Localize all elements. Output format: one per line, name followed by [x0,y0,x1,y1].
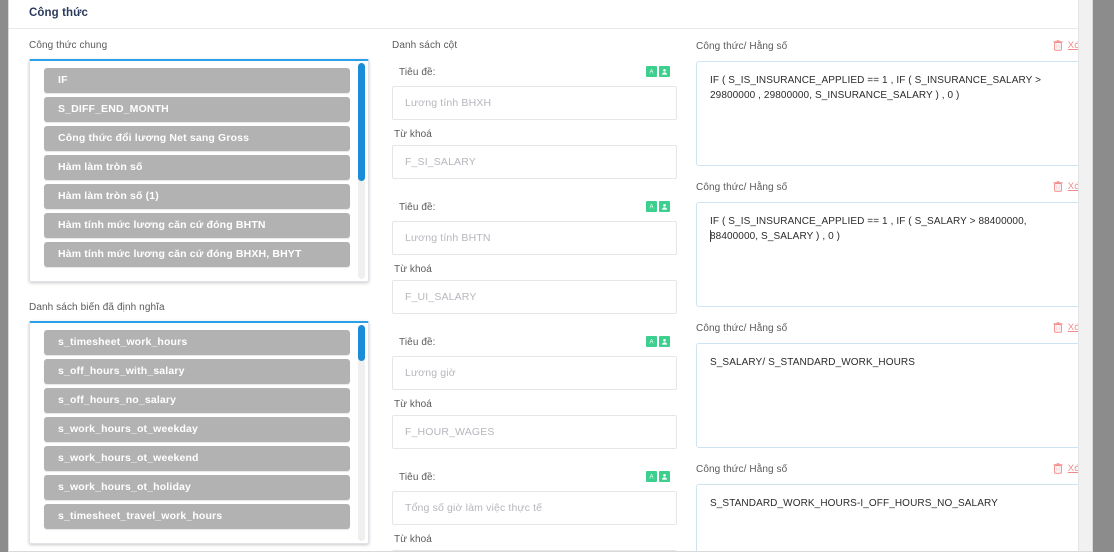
defined-variables-label: Danh sách biến đã định nghĩa [29,302,165,313]
column-badges: A [646,201,670,212]
column-group: Tiêu đề: A Từ khoá [392,66,682,179]
person-card-icon[interactable] [659,336,670,347]
screenshot-viewport: Công thức Công thức chung IF S_DIFF_END_… [0,0,1114,552]
formula-header: Công thức/ Hằng số Xóa [696,181,1092,197]
formulas-panel: Công thức/ Hằng số Xóa IF ( S_IS_INSURAN… [696,40,1092,551]
list-item[interactable]: IF [44,68,350,93]
column-title-label: Tiêu đề: [399,337,436,348]
person-card-icon[interactable] [659,471,670,482]
formula-group: Công thức/ Hằng số Xóa S_SALARY/ S_STAND… [696,322,1092,448]
column-badges: A [646,336,670,347]
column-badges: A [646,471,670,482]
formula-textarea[interactable]: S_SALARY/ S_STANDARD_WORK_HOURS [696,343,1092,448]
trash-icon [1053,322,1063,333]
formula-value: IF ( S_IS_INSURANCE_APPLIED == 1 , IF ( … [710,75,1044,101]
list-item[interactable]: s_work_hours_ot_holiday [44,475,350,500]
letter-a-icon[interactable]: A [646,201,657,212]
formula-label: Công thức/ Hằng số [696,41,788,52]
column-group: Tiêu đề: A Từ khoá [392,471,682,551]
formula-textarea[interactable]: IF ( S_IS_INSURANCE_APPLIED == 1 , IF ( … [696,202,1092,307]
column-badges: A [646,66,670,77]
column-title-label: Tiêu đề: [399,472,436,483]
column-keyword-label: Từ khoá [394,129,432,140]
list-item[interactable]: s_work_hours_ot_weekday [44,417,350,442]
column-title-row: Tiêu đề: A [392,471,682,486]
formula-label: Công thức/ Hằng số [696,464,788,475]
page-header: Công thức [9,0,1092,29]
left-column: Công thức chung IF S_DIFF_END_MONTH Công… [29,40,369,544]
list-item[interactable]: s_off_hours_no_salary [44,388,350,413]
column-title-row: Tiêu đề: A [392,336,682,351]
list-item[interactable]: Công thức đổi lương Net sang Gross [44,126,350,151]
defined-variables-list-inner: s_timesheet_work_hours s_off_hours_with_… [30,323,368,543]
column-keyword-input[interactable] [392,280,677,314]
columns-list-title: Danh sách cột [392,40,458,51]
column-title-input[interactable] [392,356,677,390]
person-card-icon[interactable] [659,201,670,212]
letter-a-icon[interactable]: A [646,471,657,482]
general-formulas-list[interactable]: IF S_DIFF_END_MONTH Công thức đổi lương … [29,59,369,282]
formula-group: Công thức/ Hằng số Xóa IF ( S_IS_INSURAN… [696,40,1092,166]
trash-icon [1053,181,1063,192]
trash-icon [1053,463,1063,474]
page-scrollbar[interactable] [1078,0,1092,551]
list-item[interactable]: Hàm tính mức lương căn cứ đóng BHTN [44,213,350,238]
formula-group: Công thức/ Hằng số Xóa S_STANDARD_WORK_H… [696,463,1092,551]
formula-header: Công thức/ Hằng số Xóa [696,40,1092,56]
list-item[interactable]: S_DIFF_END_MONTH [44,97,350,122]
column-group: Tiêu đề: A Từ khoá [392,201,682,314]
page-title: Công thức [29,7,89,19]
general-formulas-block: Công thức chung IF S_DIFF_END_MONTH Công… [29,40,369,282]
column-keyword-input[interactable] [392,415,677,449]
general-formulas-label: Công thức chung [29,40,108,51]
columns-list-panel: Danh sách cột Tiêu đề: A Từ khoá [392,40,682,551]
column-title-row: Tiêu đề: A [392,201,682,216]
list-item[interactable]: Hàm làm tròn số (1) [44,184,350,209]
column-title-label: Tiêu đề: [399,67,436,78]
text-caret [710,230,711,242]
column-title-row: Tiêu đề: A [392,66,682,81]
list-item[interactable]: Hàm làm tròn số [44,155,350,180]
list-item[interactable]: s_work_hours_ot_weekend [44,446,350,471]
column-title-input[interactable] [392,491,677,525]
column-group: Tiêu đề: A Từ khoá [392,336,682,449]
formula-label: Công thức/ Hằng số [696,182,788,193]
defined-variables-list[interactable]: s_timesheet_work_hours s_off_hours_with_… [29,321,369,544]
general-formulas-list-inner: IF S_DIFF_END_MONTH Công thức đổi lương … [30,61,368,281]
general-formulas-scrollbar[interactable] [358,63,365,279]
column-keyword-label: Từ khoá [394,534,432,545]
letter-a-icon[interactable]: A [646,336,657,347]
list-item[interactable]: Hàm tính mức lương căn cứ đóng BHXH, BHY… [44,242,350,267]
column-keyword-label: Từ khoá [394,399,432,410]
formula-textarea[interactable]: S_STANDARD_WORK_HOURS-I_OFF_HOURS_NO_SAL… [696,484,1092,551]
list-item[interactable]: s_timesheet_travel_work_hours [44,504,350,529]
svg-text:A: A [649,70,653,75]
formula-group: Công thức/ Hằng số Xóa IF ( S_IS_INSURAN… [696,181,1092,307]
defined-variables-scrollbar[interactable] [358,325,365,541]
letter-a-icon[interactable]: A [646,66,657,77]
formula-value: S_SALARY/ S_STANDARD_WORK_HOURS [710,357,916,368]
column-keyword-input[interactable] [392,145,677,179]
svg-text:A: A [649,475,653,480]
scrollbar-thumb[interactable] [358,325,365,361]
trash-icon [1053,40,1063,51]
formula-header: Công thức/ Hằng số Xóa [696,322,1092,338]
list-item[interactable]: s_off_hours_with_salary [44,359,350,384]
scrollbar-thumb[interactable] [358,63,365,181]
formula-value: IF ( S_IS_INSURANCE_APPLIED == 1 , IF ( … [710,216,1030,242]
column-title-input[interactable] [392,221,677,255]
list-item[interactable]: s_timesheet_work_hours [44,330,350,355]
defined-variables-block: Danh sách biến đã định nghĩa s_timesheet… [29,302,369,544]
svg-text:A: A [649,205,653,210]
formula-header: Công thức/ Hằng số Xóa [696,463,1092,479]
person-card-icon[interactable] [659,66,670,77]
svg-text:A: A [649,340,653,345]
formula-label: Công thức/ Hằng số [696,323,788,334]
formula-value: S_STANDARD_WORK_HOURS-I_OFF_HOURS_NO_SAL… [710,498,998,509]
formula-page: Công thức Công thức chung IF S_DIFF_END_… [8,0,1093,552]
column-title-input[interactable] [392,86,677,120]
column-title-label: Tiêu đề: [399,202,436,213]
formula-textarea[interactable]: IF ( S_IS_INSURANCE_APPLIED == 1 , IF ( … [696,61,1092,166]
column-keyword-label: Từ khoá [394,264,432,275]
